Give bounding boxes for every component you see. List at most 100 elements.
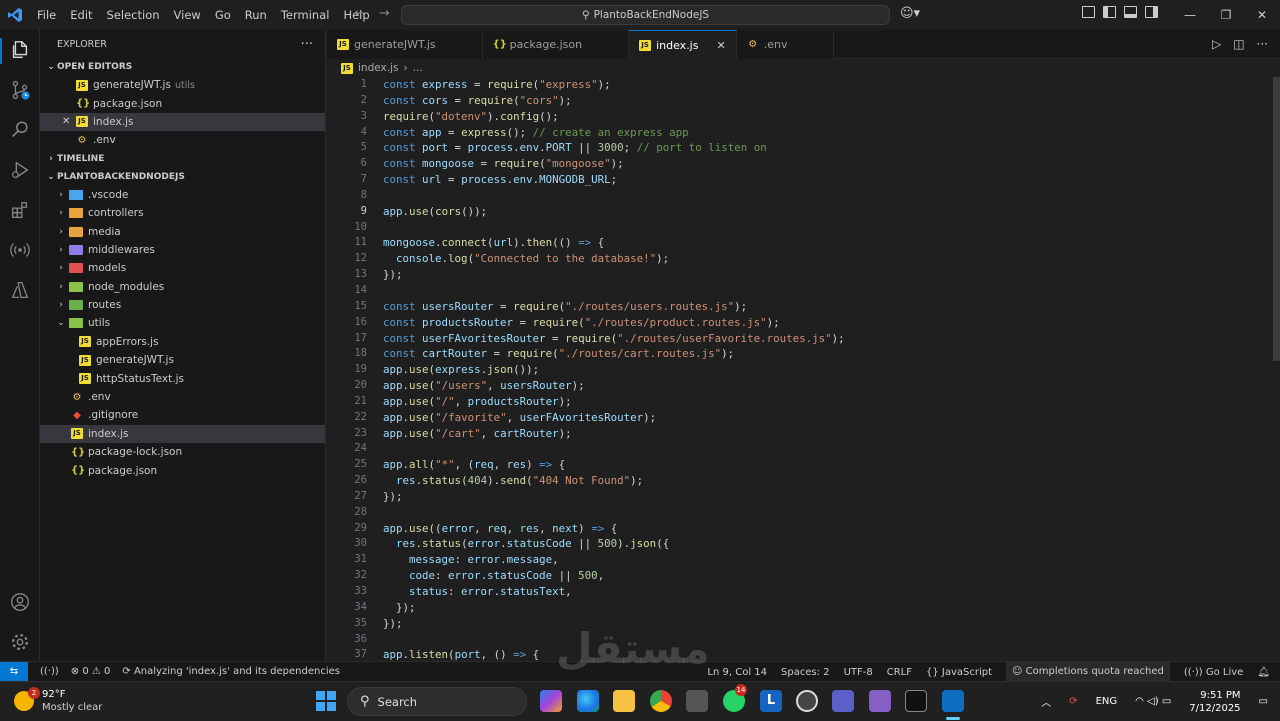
project-section[interactable]: ⌄ PLANTOBACKENDNODEJS bbox=[40, 168, 325, 186]
close-window-icon[interactable]: ✕ bbox=[1244, 0, 1280, 30]
toggle-panel-icon[interactable] bbox=[1124, 6, 1137, 18]
code-line[interactable]: const port = process.env.PORT || 3000; /… bbox=[383, 140, 845, 156]
code-line[interactable] bbox=[383, 283, 845, 299]
run-debug-icon[interactable] bbox=[8, 158, 32, 182]
code-line[interactable]: }); bbox=[383, 267, 845, 283]
accounts-icon[interactable] bbox=[8, 590, 32, 614]
copilot-app-icon[interactable] bbox=[540, 690, 562, 712]
tree-folder[interactable]: › routes bbox=[40, 296, 325, 314]
customize-layout-icon[interactable] bbox=[1082, 6, 1095, 18]
tree-file[interactable]: JS index.js bbox=[40, 424, 325, 444]
tree-file[interactable]: JS httpStatusText.js bbox=[40, 369, 325, 387]
settings-gear-icon[interactable] bbox=[8, 630, 32, 654]
tree-folder[interactable]: › .vscode bbox=[40, 186, 325, 204]
code-line[interactable]: const url = process.env.MONGODB_URL; bbox=[383, 172, 845, 188]
code-line[interactable]: const app = express(); // create an expr… bbox=[383, 125, 845, 141]
extensions-icon[interactable] bbox=[8, 198, 32, 222]
language-mode[interactable]: {} JavaScript bbox=[926, 667, 992, 678]
code-line[interactable]: code: error.statusCode || 500, bbox=[383, 568, 845, 584]
code-line[interactable]: app.use("/users", usersRouter); bbox=[383, 378, 845, 394]
editor-scrollbar[interactable] bbox=[1273, 77, 1280, 661]
line-ending[interactable]: CRLF bbox=[887, 667, 912, 678]
close-tab-icon[interactable]: ✕ bbox=[716, 39, 725, 52]
code-line[interactable]: mongoose.connect(url).then(() => { bbox=[383, 235, 845, 251]
menu-item-file[interactable]: File bbox=[30, 8, 63, 22]
code-line[interactable]: res.status(error.statusCode || 500).json… bbox=[383, 536, 845, 552]
menu-item-run[interactable]: Run bbox=[238, 8, 274, 22]
tree-folder[interactable]: › models bbox=[40, 259, 325, 277]
code-line[interactable]: const cors = require("cors"); bbox=[383, 93, 845, 109]
cursor-position[interactable]: Ln 9, Col 14 bbox=[707, 667, 767, 678]
taskbar-search[interactable]: ⚲ Search bbox=[347, 687, 527, 716]
tree-file[interactable]: ◆ .gitignore bbox=[40, 406, 325, 424]
close-icon[interactable]: ✕ bbox=[62, 116, 76, 127]
breadcrumb-file[interactable]: index.js bbox=[358, 62, 398, 74]
code-line[interactable]: }); bbox=[383, 600, 845, 616]
explorer-icon[interactable] bbox=[8, 38, 32, 62]
menu-item-terminal[interactable]: Terminal bbox=[274, 8, 337, 22]
edge-browser-icon[interactable] bbox=[577, 690, 599, 712]
open-editor-item[interactable]: ✕ JS index.js bbox=[40, 112, 325, 132]
code-line[interactable]: const cartRouter = require("./routes/car… bbox=[383, 346, 845, 362]
code-line[interactable]: app.use(cors()); bbox=[383, 204, 845, 220]
problems-indicator[interactable]: ⊗ 0 ⚠ 0 bbox=[71, 666, 111, 677]
code-line[interactable]: app.use("/favorite", userFAvoritesRouter… bbox=[383, 410, 845, 426]
lens-app-icon[interactable]: L bbox=[760, 690, 782, 712]
tab--env[interactable]: ⚙ .env bbox=[736, 30, 835, 59]
tab-index-js[interactable]: JS index.js ✕ bbox=[629, 30, 737, 59]
whatsapp-icon[interactable]: 14 bbox=[723, 684, 747, 712]
file-explorer-icon[interactable] bbox=[613, 690, 635, 712]
open-editor-item[interactable]: {} package.json bbox=[40, 94, 325, 112]
tree-folder[interactable]: › media bbox=[40, 222, 325, 240]
code-lines[interactable]: const express = require("express"); const… bbox=[383, 77, 845, 661]
more-actions-icon[interactable]: ··· bbox=[301, 37, 313, 52]
code-line[interactable]: console.log("Connected to the database!"… bbox=[383, 251, 845, 267]
open-editor-item[interactable]: JS generateJWT.js utils bbox=[40, 76, 325, 94]
run-file-icon[interactable]: ▷ bbox=[1212, 37, 1221, 51]
split-editor-icon[interactable]: ◫ bbox=[1233, 37, 1244, 51]
notifications-bell-icon[interactable]: 🔔︎ bbox=[1257, 667, 1270, 678]
source-control-icon[interactable] bbox=[8, 78, 32, 102]
code-line[interactable]: const express = require("express"); bbox=[383, 77, 845, 93]
chrome-browser-icon[interactable] bbox=[650, 690, 672, 712]
language-indicator[interactable]: ENG bbox=[1096, 696, 1118, 707]
search-view-icon[interactable] bbox=[8, 118, 32, 142]
code-line[interactable]: app.listen(port, () => { bbox=[383, 647, 845, 661]
media-player-icon[interactable] bbox=[796, 690, 818, 712]
tree-folder[interactable]: › middlewares bbox=[40, 241, 325, 259]
menu-item-go[interactable]: Go bbox=[208, 8, 238, 22]
code-line[interactable] bbox=[383, 632, 845, 648]
tab-package-json[interactable]: {} package.json bbox=[482, 30, 630, 59]
open-editor-item[interactable]: ⚙ .env bbox=[40, 131, 325, 149]
code-line[interactable]: const mongoose = require("mongoose"); bbox=[383, 156, 845, 172]
code-editor[interactable]: 1 2 3 4 5 6 7 8 9 10 11 12 13 14 15 16 17 18 19 20 21 22 23 24 2… bbox=[327, 77, 1273, 661]
azure-icon[interactable] bbox=[8, 278, 32, 302]
code-line[interactable]: const productsRouter = require("./routes… bbox=[383, 315, 845, 331]
notification-center-icon[interactable]: ▭ bbox=[1259, 696, 1268, 707]
code-line[interactable] bbox=[383, 220, 845, 236]
tree-folder[interactable]: › node_modules bbox=[40, 278, 325, 296]
clock[interactable]: 9:51 PM 7/12/2025 bbox=[1189, 689, 1240, 715]
encoding[interactable]: UTF-8 bbox=[844, 667, 873, 678]
breadcrumb-symbols[interactable]: ... bbox=[413, 62, 423, 74]
code-line[interactable]: const usersRouter = require("./routes/us… bbox=[383, 299, 845, 315]
timeline-section[interactable]: › TIMELINE bbox=[40, 150, 325, 168]
menu-item-selection[interactable]: Selection bbox=[100, 8, 167, 22]
menu-item-view[interactable]: View bbox=[167, 8, 208, 22]
code-line[interactable]: }); bbox=[383, 489, 845, 505]
more-actions-icon[interactable]: ··· bbox=[1257, 37, 1268, 51]
command-center-search[interactable]: ⚲ PlantoBackEndNodeJS bbox=[401, 5, 890, 25]
scrollbar-thumb[interactable] bbox=[1273, 77, 1280, 361]
terminal-icon[interactable] bbox=[905, 690, 927, 712]
code-line[interactable]: res.status(404).send("404 Not Found"); bbox=[383, 473, 845, 489]
sync-icon[interactable]: ⟳ bbox=[1069, 696, 1077, 707]
code-line[interactable] bbox=[383, 505, 845, 521]
store-app-icon[interactable] bbox=[686, 690, 708, 712]
tree-file[interactable]: {} package.json bbox=[40, 461, 325, 479]
tree-file[interactable]: ⚙ .env bbox=[40, 388, 325, 406]
code-line[interactable]: app.use((error, req, res, next) => { bbox=[383, 521, 845, 537]
remote-indicator-icon[interactable]: ⇆ bbox=[0, 661, 28, 682]
remote-explorer-icon[interactable] bbox=[8, 238, 32, 262]
visual-studio-icon[interactable] bbox=[869, 690, 891, 712]
code-line[interactable] bbox=[383, 188, 845, 204]
